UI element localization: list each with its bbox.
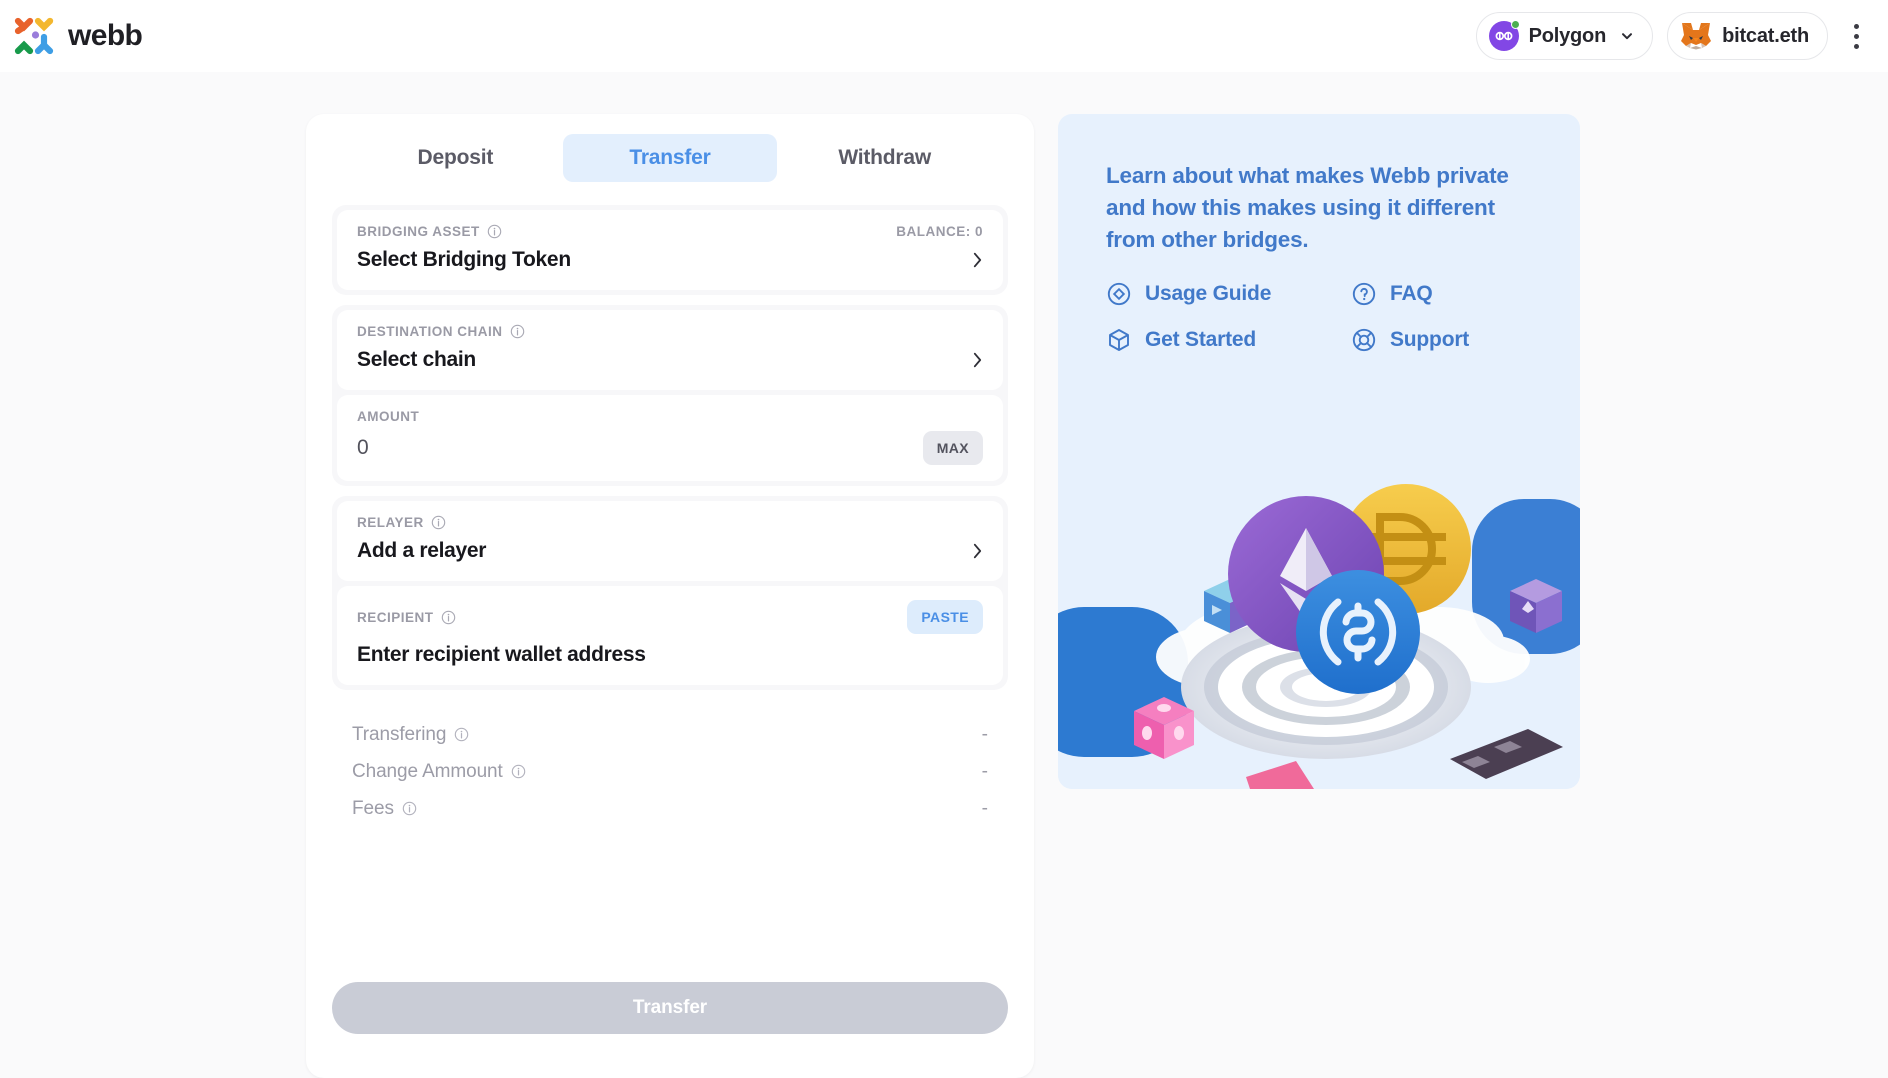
webb-logo-icon	[14, 17, 54, 55]
recipient-header: RECIPIENT PASTE	[357, 600, 983, 634]
destination-chain-selector[interactable]: DESTINATION CHAIN Select chain	[337, 310, 1003, 390]
top-bar: webb Polygon bitcat.eth	[0, 0, 1888, 72]
relayer-value: Add a relayer	[357, 539, 487, 562]
polygon-icon	[1488, 20, 1520, 51]
bridging-asset-selector[interactable]: BRIDGING ASSET BALANCE: 0 Select Bridgin…	[337, 210, 1003, 290]
metamask-fox-icon	[1681, 23, 1712, 50]
link-faq[interactable]: FAQ	[1351, 281, 1580, 307]
crypto-bridge-illustration	[1058, 429, 1580, 789]
destination-chain-header: DESTINATION CHAIN	[357, 324, 983, 339]
info-panel: Learn about what makes Webb private and …	[1058, 114, 1580, 789]
tab-deposit[interactable]: Deposit	[348, 134, 563, 182]
bridging-asset-label-wrap: BRIDGING ASSET	[357, 224, 502, 239]
destination-chain-value: Select chain	[357, 348, 476, 371]
info-icon[interactable]	[431, 515, 446, 530]
info-icon[interactable]	[402, 801, 417, 816]
summary-label-wrap: Fees	[352, 798, 417, 820]
recipient-input[interactable]: Enter recipient wallet address	[357, 643, 646, 667]
tab-withdraw[interactable]: Withdraw	[777, 134, 992, 182]
recipient-panel: RECIPIENT PASTE Enter recipient wallet a…	[337, 586, 1003, 685]
info-icon[interactable]	[441, 610, 456, 625]
mode-tabs: Deposit Transfer Withdraw	[306, 114, 1034, 182]
summary-label-transfering: Transfering	[352, 723, 447, 745]
submit-area: Transfer	[306, 982, 1034, 1034]
relayer-body: Add a relayer	[357, 537, 983, 565]
info-icon[interactable]	[510, 324, 525, 339]
info-icon[interactable]	[454, 727, 469, 742]
paste-button[interactable]: PASTE	[907, 600, 983, 634]
brand-name: webb	[68, 19, 143, 52]
cube-icon	[1109, 329, 1129, 351]
link-faq-label: FAQ	[1390, 282, 1433, 305]
chevron-right-icon[interactable]	[972, 351, 983, 369]
bridging-asset-group: BRIDGING ASSET BALANCE: 0 Select Bridgin…	[332, 205, 1008, 295]
info-icon[interactable]	[487, 224, 502, 239]
bridging-asset-balance: BALANCE: 0	[896, 224, 983, 239]
amount-field-panel: AMOUNT 0 MAX	[337, 395, 1003, 481]
summary-value-fees: -	[981, 797, 988, 819]
amount-body: 0 MAX	[357, 431, 983, 465]
summary-row-change-amount: Change Ammount -	[352, 753, 988, 790]
link-usage-guide-label: Usage Guide	[1145, 282, 1272, 305]
relayer-recipient-group: RELAYER Add a relayer RECIPIENT PASTE En…	[332, 496, 1008, 690]
bridging-asset-label: BRIDGING ASSET	[357, 224, 480, 239]
account-chip[interactable]: bitcat.eth	[1667, 12, 1828, 60]
transaction-summary: Transfering - Change Ammount - Fees -	[332, 700, 1008, 827]
summary-row-transfering: Transfering -	[352, 716, 988, 753]
recipient-label-wrap: RECIPIENT	[357, 610, 456, 625]
info-panel-text: Learn about what makes Webb private and …	[1106, 163, 1509, 252]
chevron-down-icon	[1622, 33, 1633, 40]
summary-label-change-amount: Change Ammount	[352, 760, 503, 782]
link-get-started[interactable]: Get Started	[1106, 327, 1351, 353]
question-circle-icon	[1352, 282, 1376, 306]
transfer-button[interactable]: Transfer	[332, 982, 1008, 1034]
relayer-selector[interactable]: RELAYER Add a relayer	[337, 501, 1003, 581]
transfer-form: BRIDGING ASSET BALANCE: 0 Select Bridgin…	[306, 182, 1034, 827]
link-support-label: Support	[1390, 328, 1470, 351]
bridging-asset-body: Select Bridging Token	[357, 246, 983, 274]
bridge-card: Deposit Transfer Withdraw BRIDGING ASSET	[306, 114, 1034, 1078]
info-icon[interactable]	[511, 764, 526, 779]
destination-chain-body: Select chain	[357, 346, 983, 374]
bridging-asset-value: Select Bridging Token	[357, 248, 571, 271]
link-usage-guide[interactable]: Usage Guide	[1106, 281, 1351, 307]
amount-input[interactable]: 0	[357, 436, 369, 460]
destination-chain-label: DESTINATION CHAIN	[357, 324, 503, 339]
chevron-right-icon[interactable]	[972, 542, 983, 560]
relayer-label-wrap: RELAYER	[357, 515, 446, 530]
top-bar-right: Polygon bitcat.eth	[1475, 12, 1870, 60]
network-label: Polygon	[1528, 24, 1607, 47]
amount-header: AMOUNT	[357, 409, 983, 424]
destination-chain-label-wrap: DESTINATION CHAIN	[357, 324, 525, 339]
amount-label: AMOUNT	[357, 409, 420, 424]
brand[interactable]: webb	[14, 15, 143, 57]
network-status-dot	[1510, 20, 1520, 29]
summary-value-transfering: -	[981, 723, 988, 745]
summary-value-change-amount: -	[981, 760, 988, 782]
kebab-menu-icon[interactable]	[1842, 12, 1870, 60]
relayer-label: RELAYER	[357, 515, 424, 530]
recipient-body: Enter recipient wallet address	[357, 641, 983, 669]
destination-amount-group: DESTINATION CHAIN Select chain AMOUNT 0 …	[332, 305, 1008, 486]
page-stage: Deposit Transfer Withdraw BRIDGING ASSET	[0, 72, 1888, 1078]
summary-label-wrap: Change Ammount	[352, 761, 526, 783]
bridging-asset-header: BRIDGING ASSET BALANCE: 0	[357, 224, 983, 239]
lifebuoy-icon	[1352, 328, 1376, 352]
summary-label-fees: Fees	[352, 797, 394, 819]
summary-row-fees: Fees -	[352, 790, 988, 827]
account-label: bitcat.eth	[1722, 24, 1809, 47]
network-selector[interactable]: Polygon	[1475, 12, 1654, 60]
recipient-label: RECIPIENT	[357, 609, 434, 625]
chevron-right-icon[interactable]	[972, 251, 983, 269]
link-get-started-label: Get Started	[1145, 328, 1256, 351]
max-button[interactable]: MAX	[922, 431, 983, 465]
relayer-header: RELAYER	[357, 515, 983, 530]
diamond-circle-icon	[1107, 282, 1131, 306]
link-support[interactable]: Support	[1351, 327, 1580, 353]
summary-label-wrap: Transfering	[352, 724, 469, 746]
info-panel-links: Usage Guide FAQ Get Started Support	[1058, 256, 1580, 353]
tab-transfer[interactable]: Transfer	[562, 134, 778, 182]
